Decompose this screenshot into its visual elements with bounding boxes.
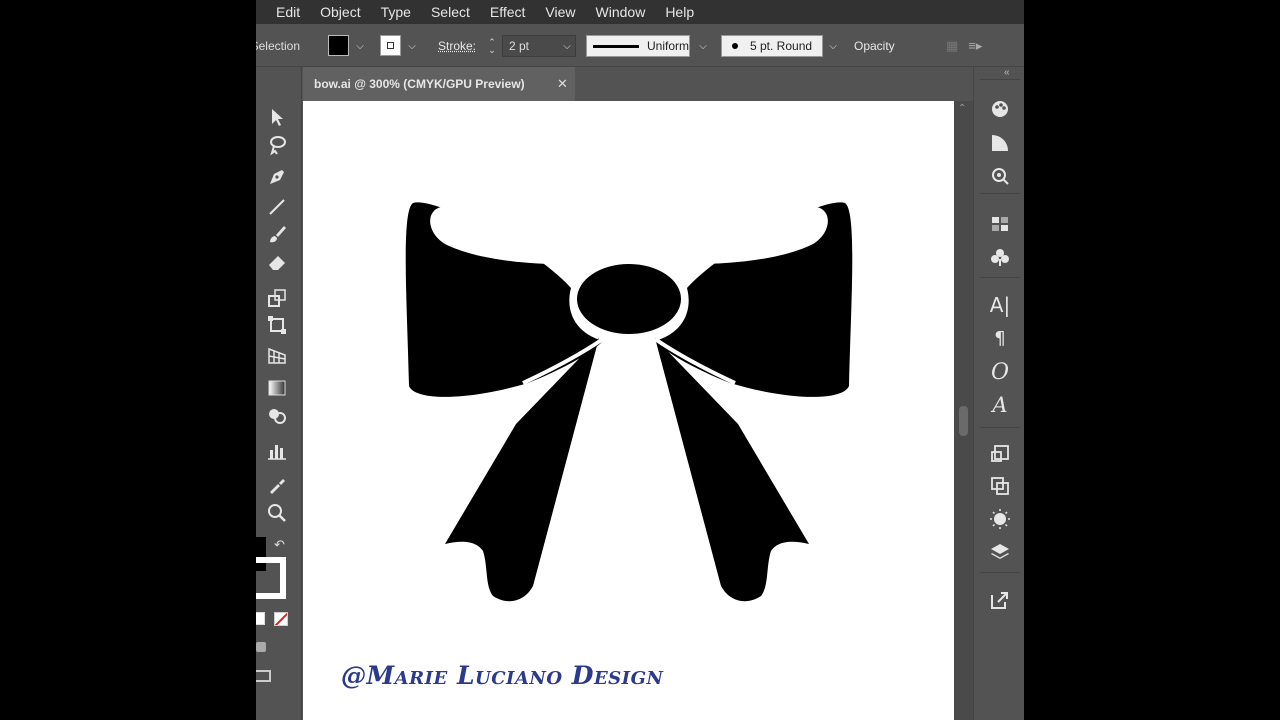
dock-separator [980, 277, 1020, 278]
export-icon[interactable] [986, 587, 1014, 613]
pathfinder-icon[interactable] [986, 473, 1014, 499]
graph-tool-icon[interactable] [264, 439, 290, 463]
menu-object[interactable]: Object [310, 4, 370, 20]
color-guide-icon[interactable] [986, 96, 1014, 122]
watermark-text: @Marie Luciano Design [341, 661, 664, 690]
profile-label: Uniform [646, 39, 689, 53]
none-swatch-icon[interactable] [274, 612, 288, 626]
document-tab-bar: bow.ai @ 300% (CMYK/GPU Preview) ✕ [303, 67, 973, 101]
draw-mode-icon[interactable] [256, 642, 266, 652]
illustrator-window: Edit Object Type Select Effect View Wind… [256, 0, 1024, 720]
lasso-tool-icon[interactable] [264, 133, 290, 157]
fill-dropdown-chevron-icon[interactable]: ⌵ [353, 35, 367, 57]
eraser-tool-icon[interactable] [264, 250, 290, 274]
artboard-canvas[interactable]: @Marie Luciano Design [303, 101, 954, 720]
dock-separator [980, 193, 1020, 194]
document-tab-title: bow.ai @ 300% (CMYK/GPU Preview) [314, 77, 525, 91]
brush-definition[interactable]: 5 pt. Round [721, 35, 823, 57]
document-tab[interactable]: bow.ai @ 300% (CMYK/GPU Preview) [303, 67, 575, 101]
none-slash [275, 613, 287, 625]
free-transform-tool-icon[interactable] [264, 313, 290, 337]
brush-dot-icon [732, 43, 738, 49]
fill-swatch[interactable] [328, 35, 349, 56]
perspective-grid-tool-icon[interactable] [264, 343, 290, 367]
stroke-weight-chevron-icon[interactable]: ⌵ [560, 35, 574, 57]
appearance-icon[interactable] [986, 163, 1014, 189]
none-color-icon[interactable] [256, 612, 265, 625]
profile-chevron-icon[interactable]: ⌵ [696, 35, 710, 57]
line-tool-icon[interactable] [264, 195, 290, 219]
stroke-swatch[interactable] [380, 35, 401, 56]
layers-icon[interactable] [986, 539, 1014, 565]
dock-separator [980, 572, 1020, 573]
paragraph-icon[interactable]: ¶ [986, 325, 1014, 351]
control-bar-extra-icons: ▦ ≡▸ [946, 35, 982, 57]
zoom-tool-icon[interactable] [264, 501, 290, 525]
screen-mode-icon[interactable] [256, 670, 271, 682]
selection-tool-icon[interactable] [264, 105, 290, 129]
opacity-label[interactable]: Opacity [854, 35, 895, 57]
menu-view[interactable]: View [535, 4, 585, 20]
selection-label: Selection [256, 39, 300, 53]
menu-edit[interactable]: Edit [266, 4, 310, 20]
brush-label: 5 pt. Round [750, 39, 813, 53]
bow-artwork[interactable] [303, 101, 954, 720]
menu-bar: Edit Object Type Select Effect View Wind… [256, 0, 1024, 24]
scroll-up-icon[interactable]: ⌃ [958, 103, 966, 114]
menu-window[interactable]: Window [586, 4, 656, 20]
menu-type[interactable]: Type [371, 4, 421, 20]
tools-panel: ↶ [256, 67, 302, 720]
stroke-label[interactable]: Stroke: [438, 35, 476, 57]
dock-separator [980, 427, 1020, 428]
vertical-scrollbar[interactable]: ⌃ [954, 101, 973, 720]
eyedropper-tool-icon[interactable] [264, 473, 290, 497]
opentype-icon[interactable]: O [986, 359, 1014, 385]
close-tab-icon[interactable]: ✕ [557, 76, 568, 92]
bow-knot[interactable] [577, 264, 681, 334]
menu-select[interactable]: Select [421, 4, 480, 20]
glyphs-icon[interactable]: A [986, 392, 1014, 418]
variable-width-profile[interactable]: Uniform [586, 35, 690, 57]
menu-help[interactable]: Help [655, 4, 704, 20]
brush-chevron-icon[interactable]: ⌵ [826, 35, 840, 57]
swap-fill-stroke-icon[interactable]: ↶ [274, 537, 285, 553]
character-icon[interactable]: A| [986, 292, 1014, 318]
pen-tool-icon[interactable] [264, 165, 290, 189]
stroke-color-box[interactable] [256, 557, 286, 599]
swatches-icon[interactable] [986, 211, 1014, 237]
scale-tool-icon[interactable] [264, 286, 290, 310]
right-panel-dock: « A| ¶ O A [973, 67, 1024, 720]
stepper-down-icon[interactable]: ⌄ [488, 46, 496, 55]
menu-effect[interactable]: Effect [480, 4, 536, 20]
paintbrush-tool-icon[interactable] [264, 222, 290, 246]
collapse-panels-icon[interactable]: « [1004, 67, 1010, 78]
profile-line-icon [593, 44, 639, 48]
panel-menu-icon[interactable]: ≡▸ [968, 38, 982, 54]
gradient-tool-icon[interactable] [264, 376, 290, 400]
control-bar: Selection ⌵ ⌵ Stroke: ⌃⌄ 2 pt ⌵ Uniform … [256, 24, 1024, 67]
symbols-icon[interactable] [986, 244, 1014, 270]
brushes-icon[interactable] [986, 506, 1014, 532]
stroke-weight-stepper[interactable]: ⌃ ⌄ [485, 35, 499, 57]
dock-separator [980, 79, 1020, 80]
transform-icon[interactable] [986, 441, 1014, 467]
stroke-swatch-inner [387, 42, 394, 49]
scrollbar-thumb[interactable] [959, 406, 968, 436]
gradient-panel-icon[interactable] [986, 130, 1014, 156]
stroke-dropdown-chevron-icon[interactable]: ⌵ [405, 35, 419, 57]
shape-builder-tool-icon[interactable] [264, 404, 290, 428]
align-icon[interactable]: ▦ [946, 38, 958, 54]
